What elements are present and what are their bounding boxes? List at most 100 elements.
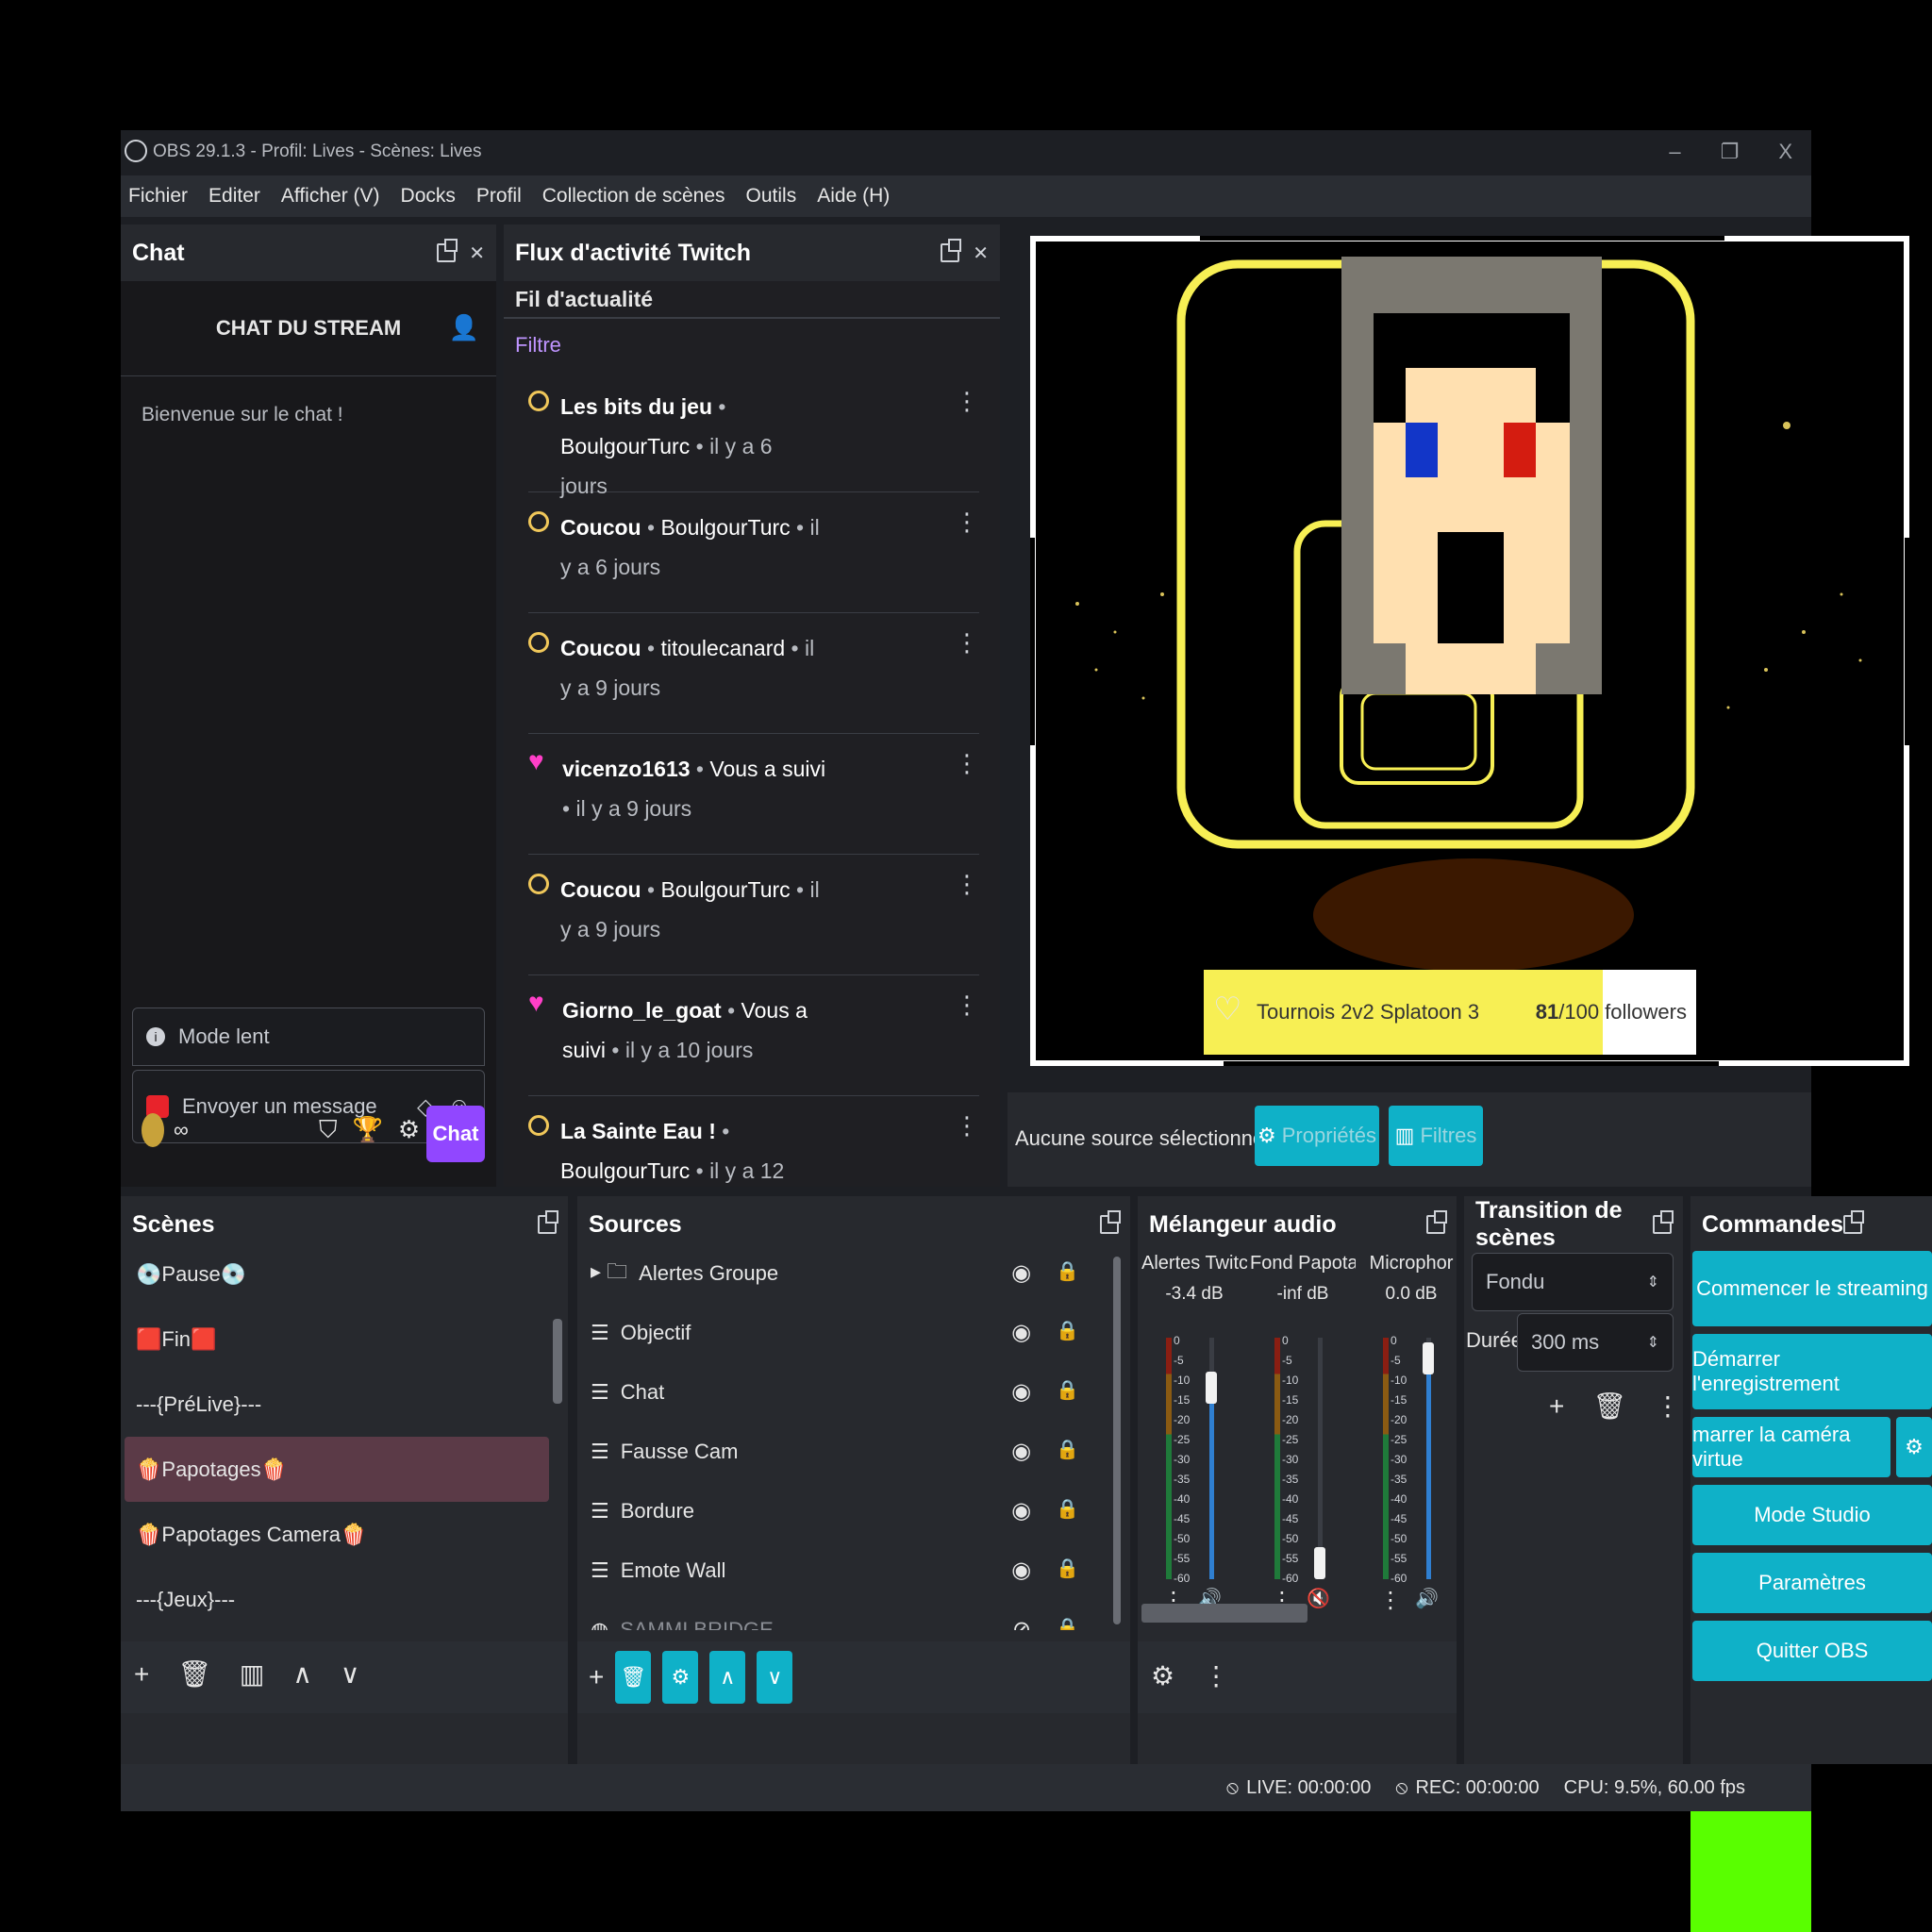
source-item[interactable]: ◍ SAMMI BRIDGE ⊘ 🔒 (577, 1600, 1106, 1630)
undock-icon[interactable] (1843, 1210, 1865, 1234)
scene-item[interactable]: 🍿Papotages Camera🍿 (125, 1502, 549, 1567)
menu-editer[interactable]: Editer (208, 185, 260, 208)
start-streaming-button[interactable]: Commencer le streaming (1692, 1251, 1932, 1326)
more-options-icon[interactable]: ⋮ (955, 870, 979, 974)
transition-menu-button[interactable]: ⋮ (1655, 1391, 1681, 1422)
scene-item[interactable]: ---{Jeux}--- (125, 1567, 549, 1617)
advanced-audio-icon[interactable]: ⚙ (1151, 1660, 1174, 1691)
preview-area[interactable]: ♡ Tournois 2v2 Splatoon 3 81/100 followe… (1008, 225, 1909, 1081)
undock-icon[interactable] (1426, 1210, 1447, 1234)
eye-icon[interactable]: ◉ (1011, 1438, 1031, 1465)
scene-item[interactable]: ---{PréLive}--- (125, 1372, 549, 1437)
scene-item[interactable]: 🟥Fin🟥 (125, 1307, 549, 1372)
gear-icon[interactable]: ⚙ (398, 1115, 420, 1145)
menu-profil[interactable]: Profil (476, 185, 522, 208)
eye-icon[interactable]: ◉ (1011, 1319, 1031, 1346)
more-options-icon[interactable]: ⋮ (955, 1111, 979, 1187)
lock-icon[interactable]: 🔒 (1056, 1259, 1079, 1287)
remove-transition-button[interactable]: 🗑 (1592, 1391, 1626, 1422)
volume-fader[interactable] (1314, 1338, 1325, 1579)
source-item[interactable]: ☰ Emote Wall ◉ 🔒 (577, 1541, 1106, 1600)
eye-icon[interactable]: ◉ (1011, 1259, 1031, 1287)
eye-hidden-icon[interactable]: ⊘ (1012, 1616, 1031, 1630)
shield-icon[interactable]: ⛉ (319, 1115, 338, 1145)
chat-send-button[interactable]: Chat (426, 1106, 485, 1162)
lock-icon[interactable]: 🔒 (1056, 1616, 1079, 1630)
mixer-scrollbar[interactable] (1141, 1604, 1307, 1623)
menu-outils[interactable]: Outils (746, 185, 797, 208)
settings-button[interactable]: Paramètres (1692, 1553, 1932, 1613)
properties-button[interactable]: ⚙ Propriétés (1255, 1106, 1379, 1166)
trophy-icon[interactable]: 🏆 (353, 1115, 383, 1145)
move-down-button[interactable]: ∨ (341, 1658, 360, 1690)
users-icon[interactable]: 👤 (449, 313, 479, 342)
close-dock-icon[interactable]: ✕ (973, 242, 989, 265)
fader-handle[interactable] (1423, 1342, 1434, 1375)
more-options-icon[interactable]: ⋮ (955, 749, 979, 854)
virtual-camera-settings-button[interactable]: ⚙ (1896, 1417, 1932, 1477)
transition-select[interactable]: Fondu ⇕ (1472, 1253, 1674, 1311)
menu-afficher[interactable]: Afficher (V) (281, 185, 380, 208)
menu-fichier[interactable]: Fichier (128, 185, 188, 208)
feed-filter[interactable]: Filtre (504, 319, 1000, 372)
minimize-button[interactable]: – (1669, 140, 1680, 164)
fader-handle[interactable] (1314, 1547, 1325, 1579)
mixer-menu-icon[interactable]: ⋮ (1203, 1660, 1229, 1691)
scene-filters-button[interactable]: ▥ (240, 1658, 264, 1690)
add-transition-button[interactable]: + (1549, 1391, 1564, 1422)
remove-scene-button[interactable]: 🗑 (177, 1658, 211, 1690)
source-item[interactable]: ▸ 🗀 Alertes Groupe ◉ 🔒 (577, 1243, 1106, 1303)
lock-icon[interactable]: 🔒 (1056, 1319, 1079, 1346)
menu-docks[interactable]: Docks (401, 185, 456, 208)
channel-menu-icon[interactable]: ⋮ (1379, 1587, 1402, 1614)
remove-source-button[interactable]: 🗑 (615, 1651, 652, 1704)
source-down-button[interactable]: ∨ (757, 1651, 793, 1704)
add-scene-button[interactable]: + (134, 1659, 149, 1690)
sources-scrollbar[interactable] (1113, 1257, 1121, 1624)
undock-icon[interactable] (437, 239, 458, 262)
speaker-icon[interactable]: 🔊 (1415, 1587, 1439, 1614)
lock-icon[interactable]: 🔒 (1056, 1497, 1079, 1524)
source-item[interactable]: ☰ Fausse Cam ◉ 🔒 (577, 1422, 1106, 1481)
start-recording-button[interactable]: Démarrer l'enregistrement (1692, 1334, 1932, 1409)
undock-icon[interactable] (538, 1210, 558, 1234)
eye-icon[interactable]: ◉ (1011, 1378, 1031, 1406)
menu-aide[interactable]: Aide (H) (817, 185, 890, 208)
fader-handle[interactable] (1206, 1371, 1217, 1404)
channel-points[interactable]: ∞ (142, 1113, 189, 1147)
more-options-icon[interactable]: ⋮ (955, 387, 979, 491)
add-source-button[interactable]: + (589, 1662, 604, 1692)
eye-icon[interactable]: ◉ (1011, 1557, 1031, 1584)
more-options-icon[interactable]: ⋮ (955, 508, 979, 612)
move-up-button[interactable]: ∧ (292, 1658, 312, 1690)
more-options-icon[interactable]: ⋮ (955, 991, 979, 1095)
scene-item[interactable]: 🍿Papotages🍿 (125, 1437, 549, 1502)
speaker-muted-icon[interactable]: 🔇 (1307, 1587, 1330, 1614)
volume-fader[interactable] (1423, 1338, 1434, 1579)
lock-icon[interactable]: 🔒 (1056, 1438, 1079, 1465)
menu-collection[interactable]: Collection de scènes (542, 185, 725, 208)
more-options-icon[interactable]: ⋮ (955, 628, 979, 733)
undock-icon[interactable] (941, 239, 962, 262)
close-dock-icon[interactable]: ✕ (469, 242, 485, 265)
source-item[interactable]: ☰ Bordure ◉ 🔒 (577, 1481, 1106, 1541)
source-item[interactable]: ☰ Chat ◉ 🔒 (577, 1362, 1106, 1422)
volume-fader[interactable] (1206, 1338, 1217, 1579)
source-properties-button[interactable]: ⚙ (662, 1651, 699, 1704)
studio-mode-button[interactable]: Mode Studio (1692, 1485, 1932, 1545)
source-up-button[interactable]: ∧ (709, 1651, 746, 1704)
undock-icon[interactable] (1653, 1210, 1674, 1234)
maximize-button[interactable]: ❐ (1721, 140, 1740, 164)
source-item[interactable]: ☰ Objectif ◉ 🔒 (577, 1303, 1106, 1362)
scenes-scrollbar[interactable] (553, 1319, 562, 1404)
virtual-camera-button[interactable]: marrer la caméra virtue (1692, 1417, 1890, 1477)
lock-icon[interactable]: 🔒 (1056, 1557, 1079, 1584)
duration-input[interactable]: 300 ms ⇕ (1517, 1313, 1674, 1372)
quit-button[interactable]: Quitter OBS (1692, 1621, 1932, 1681)
scene-item[interactable]: 💿Pause💿 (125, 1241, 549, 1307)
close-button[interactable]: X (1778, 140, 1792, 164)
filters-button[interactable]: ▥ Filtres (1389, 1106, 1483, 1166)
lock-icon[interactable]: 🔒 (1056, 1378, 1079, 1406)
undock-icon[interactable] (1100, 1210, 1121, 1234)
eye-icon[interactable]: ◉ (1011, 1497, 1031, 1524)
